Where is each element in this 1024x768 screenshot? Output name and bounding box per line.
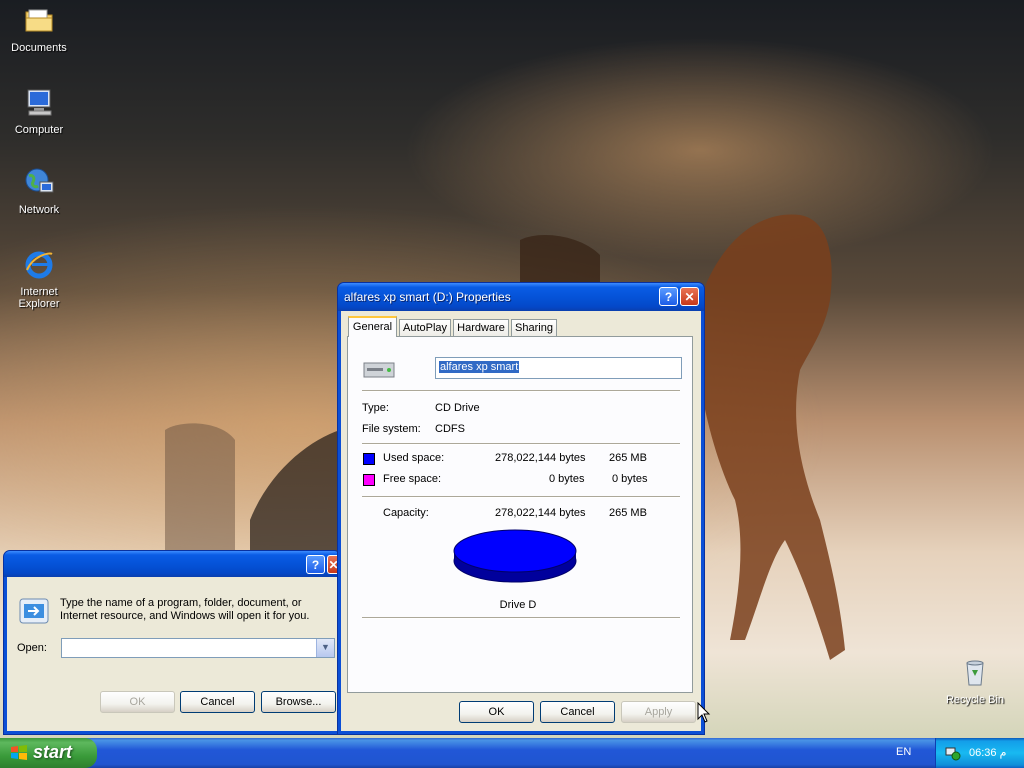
taskbar: start EN 06:36 م (0, 738, 1024, 768)
desktop-icon-label: Computer (14, 124, 64, 136)
tab-autoplay[interactable]: AutoPlay (399, 319, 451, 337)
mouse-cursor-icon (697, 702, 711, 723)
cancel-button[interactable]: Cancel (540, 701, 615, 723)
network-status-icon[interactable] (945, 745, 961, 761)
desktop-icon-label: Recycle Bin (945, 694, 1005, 706)
clock[interactable]: 06:36 م (969, 746, 1006, 759)
run-icon (19, 598, 49, 624)
recycle-bin-icon (966, 660, 984, 686)
file-system-label: File system: (362, 423, 421, 435)
start-label: start (33, 742, 73, 762)
language-indicator[interactable]: EN (896, 746, 911, 758)
desktop-icon-label: Internet Explorer (18, 286, 60, 310)
used-space-mb: 265 MB (609, 452, 647, 464)
volume-label-field[interactable]: alfares xp smart (435, 357, 682, 379)
chevron-down-icon[interactable]: ▼ (316, 639, 334, 657)
desktop-icon-label: Network (18, 204, 60, 216)
properties-titlebar[interactable]: alfares xp smart (D:) Properties ? ✕ (338, 283, 704, 311)
desktop-icon-network[interactable]: Network (4, 166, 74, 216)
desktop-icon-computer[interactable]: Computer (4, 86, 74, 136)
divider (362, 443, 680, 445)
free-space-bytes: 0 bytes (549, 473, 585, 485)
open-combobox[interactable]: ▼ (61, 638, 335, 658)
ok-button[interactable]: OK (459, 701, 534, 723)
close-button[interactable]: ✕ (680, 287, 699, 306)
drive-caption: Drive D (499, 599, 537, 611)
free-space-mb: 0 bytes (612, 473, 648, 485)
help-button[interactable]: ? (306, 555, 325, 574)
cd-drive-icon (363, 362, 395, 378)
help-button[interactable]: ? (659, 287, 678, 306)
computer-icon (27, 89, 52, 116)
general-tab-page: alfares xp smart Type: CD Drive File sys… (347, 336, 693, 693)
desktop-icon-documents[interactable]: Documents (4, 4, 74, 54)
open-label: Open: (17, 642, 47, 654)
tab-general[interactable]: General (348, 316, 397, 337)
capacity-mb: 265 MB (609, 507, 647, 519)
desktop-icon-label: Documents (11, 42, 67, 54)
used-space-swatch (363, 453, 375, 465)
run-cancel-button[interactable]: Cancel (180, 691, 255, 713)
tab-hardware[interactable]: Hardware (453, 319, 509, 337)
internet-explorer-icon (25, 251, 53, 279)
start-button[interactable]: start (0, 738, 97, 768)
used-space-label: Used space: (383, 452, 445, 464)
disk-usage-pie (453, 529, 577, 583)
volume-label-input[interactable]: alfares xp smart (439, 361, 520, 373)
desktop-icon-recycle-bin[interactable]: Recycle Bin (940, 656, 1010, 706)
type-label: Type: (362, 402, 389, 414)
divider (362, 617, 680, 619)
divider (362, 390, 680, 392)
tab-sharing[interactable]: Sharing (511, 319, 557, 337)
free-space-label: Free space: (383, 473, 442, 485)
network-icon (25, 168, 54, 193)
run-dialog-body: Type the name of a program, folder, docu… (7, 577, 337, 731)
desktop-icon-internet-explorer[interactable]: Internet Explorer (4, 248, 74, 310)
run-dialog: ? ✕ Type the name of a program, folder, … (3, 550, 341, 735)
capacity-bytes: 278,022,144 bytes (495, 507, 586, 519)
divider (362, 496, 680, 498)
apply-button[interactable]: Apply (621, 701, 696, 723)
file-system-value: CDFS (435, 423, 465, 435)
run-description: Type the name of a program, folder, docu… (60, 597, 310, 622)
free-space-swatch (363, 474, 375, 486)
run-dialog-titlebar[interactable]: ? ✕ (4, 551, 340, 577)
type-value: CD Drive (435, 402, 480, 414)
window-title: alfares xp smart (D:) Properties (344, 290, 511, 304)
windows-logo-icon (11, 745, 27, 760)
capacity-label: Capacity: (383, 507, 429, 519)
folder-icon (25, 9, 53, 32)
properties-body: General AutoPlay Hardware Sharing alfare… (341, 311, 701, 731)
used-space-slice (453, 529, 577, 573)
used-space-bytes: 278,022,144 bytes (495, 452, 586, 464)
run-browse-button[interactable]: Browse... (261, 691, 336, 713)
run-ok-button[interactable]: OK (100, 691, 175, 713)
properties-dialog: alfares xp smart (D:) Properties ? ✕ Gen… (337, 282, 705, 735)
system-tray: 06:36 م (935, 738, 1024, 768)
